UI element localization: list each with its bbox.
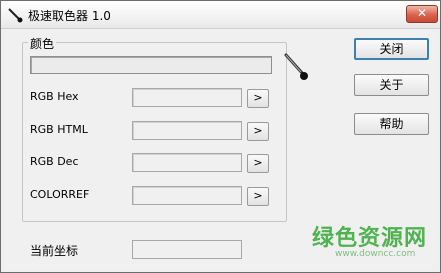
rgb-html-field[interactable] [132, 121, 242, 140]
current-coords-label: 当前坐标 [30, 244, 79, 258]
rgb-hex-label: RGB Hex [30, 90, 79, 103]
close-button[interactable]: 关闭 [354, 38, 429, 60]
rgb-dec-field[interactable] [132, 153, 242, 172]
colorref-copy-button[interactable]: > [247, 187, 269, 206]
rgb-html-copy-button[interactable]: > [247, 122, 269, 141]
watermark-text: 绿色资源网 [312, 226, 428, 251]
help-button[interactable]: 帮助 [354, 113, 429, 135]
eyedropper-icon [8, 8, 23, 23]
rgb-hex-copy-button[interactable]: > [247, 89, 269, 108]
current-coords-field [132, 240, 242, 259]
color-preview-bar [30, 56, 272, 74]
about-button[interactable]: 关于 [354, 74, 429, 96]
color-group-label: 颜色 [28, 35, 57, 52]
colorref-label: COLORREF [30, 188, 90, 201]
window-title: 极速取色器 1.0 [28, 9, 111, 23]
title-bar[interactable]: 极速取色器 1.0 ✕ [1, 1, 440, 29]
colorref-field[interactable] [132, 186, 242, 205]
rgb-hex-field[interactable] [132, 88, 242, 107]
rgb-dec-copy-button[interactable]: > [247, 154, 269, 173]
rgb-dec-label: RGB Dec [30, 155, 79, 168]
main-window: 极速取色器 1.0 ✕ 颜色 RGB Hex > RGB HTML > RGB … [0, 0, 441, 273]
window-close-button[interactable]: ✕ [406, 5, 438, 23]
eyedropper-picker-icon[interactable] [281, 52, 311, 82]
rgb-html-label: RGB HTML [30, 123, 88, 136]
watermark-url: www.downcc.com [335, 249, 416, 259]
